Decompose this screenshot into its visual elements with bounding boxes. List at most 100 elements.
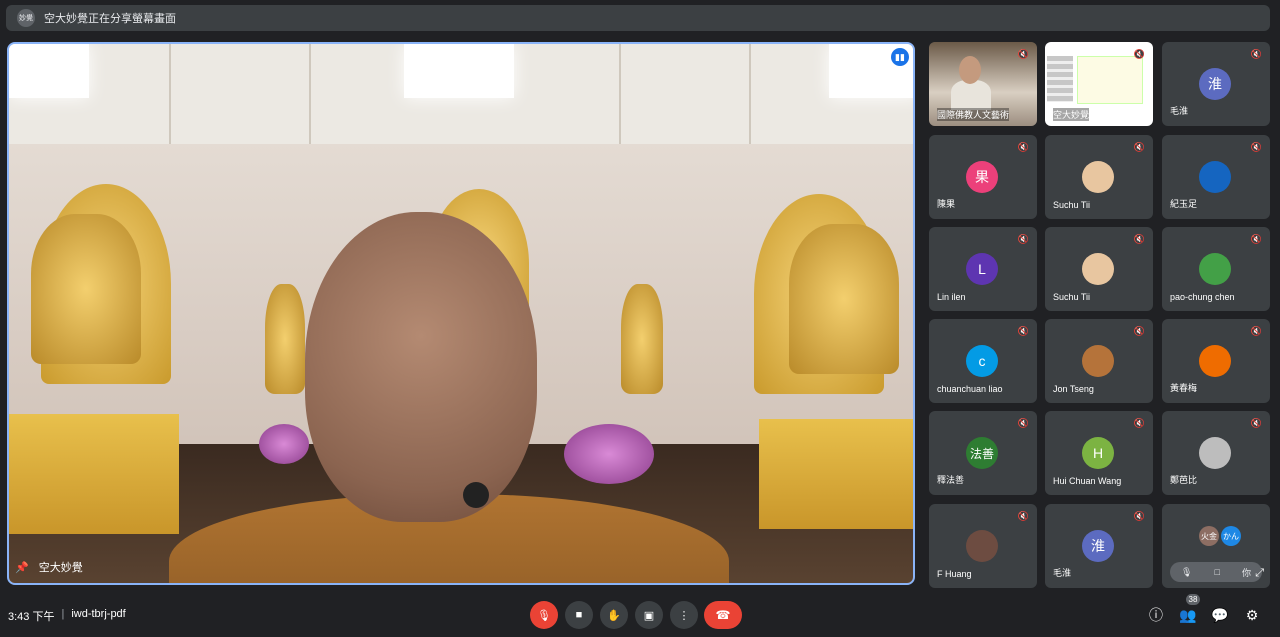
- camera-toggle-button[interactable]: ■: [565, 601, 593, 629]
- video-ceiling: [9, 44, 913, 144]
- participant-tile[interactable]: 🔇 空大妙覺: [1045, 42, 1153, 126]
- hand-icon: ✋: [607, 609, 621, 622]
- participant-tile[interactable]: 火金 かん 🎙 □ 你 ⤢: [1162, 504, 1270, 588]
- muted-icon: 🔇: [1133, 142, 1145, 152]
- participant-count-badge: 38: [1186, 594, 1200, 605]
- chat-icon: 💬: [1211, 606, 1229, 623]
- presentation-banner: 妙覺 空大妙覺正在分享螢幕畫面: [6, 5, 1270, 31]
- avatar: [1199, 437, 1231, 469]
- mic-off-icon: 🎙: [537, 609, 551, 622]
- participant-tile[interactable]: 果 🔇 陳果: [929, 135, 1037, 219]
- avatar: 淮: [1082, 530, 1114, 562]
- muted-icon: 🔇: [1133, 418, 1145, 428]
- speaker-head: [305, 212, 537, 522]
- participant-name: Suchu Tii: [1053, 292, 1091, 302]
- pin-icon[interactable]: 📌: [15, 561, 29, 574]
- present-icon: ▣: [643, 609, 655, 622]
- participant-tile[interactable]: 🔇 鄭芭比: [1162, 411, 1270, 495]
- self-label: 你: [1241, 567, 1251, 578]
- participant-name: Lin ilen: [937, 292, 966, 302]
- mic-toggle-button[interactable]: 🎙: [530, 601, 558, 629]
- participant-name: 釋法善: [937, 475, 965, 485]
- participant-name: 毛淮: [1170, 106, 1189, 116]
- participant-name: 陳果: [937, 199, 956, 209]
- avatar: [1199, 253, 1231, 285]
- end-call-button[interactable]: ☎: [704, 601, 742, 629]
- participant-tile[interactable]: 🔇 黃春梅: [1162, 319, 1270, 403]
- muted-icon: 🔇: [1133, 234, 1145, 244]
- meeting-details-button[interactable]: ⓘ: [1146, 605, 1166, 625]
- info-icon: ⓘ: [1149, 607, 1163, 623]
- participant-name: Hui Chuan Wang: [1053, 476, 1122, 486]
- muted-icon: 🔇: [1133, 326, 1145, 336]
- chat-button[interactable]: 💬: [1210, 605, 1230, 625]
- speaking-indicator-icon: ▮▮: [891, 48, 909, 66]
- muted-icon: 🔇: [1133, 511, 1145, 521]
- participant-name: 空大妙覺: [1053, 108, 1090, 121]
- activities-button[interactable]: ⚙: [1242, 605, 1262, 625]
- participant-tile[interactable]: 🔇 pao-chung chen: [1162, 227, 1270, 311]
- participant-tile[interactable]: H 🔇 Hui Chuan Wang: [1045, 411, 1153, 495]
- muted-icon: 🔇: [1017, 234, 1029, 244]
- avatar: 火金: [1199, 526, 1219, 546]
- participant-name: Suchu Tii: [1053, 200, 1091, 210]
- participant-tile[interactable]: 🔇 Suchu Tii: [1045, 135, 1153, 219]
- present-button[interactable]: ▣: [635, 601, 663, 629]
- others-avatars: 火金 かん: [1199, 526, 1243, 546]
- participant-name: Jon Tseng: [1053, 384, 1094, 394]
- participant-name: 黃春梅: [1170, 383, 1198, 393]
- camera-icon: ■: [575, 609, 583, 621]
- phone-hangup-icon: ☎: [715, 608, 731, 622]
- muted-icon: 🔇: [1250, 418, 1262, 428]
- participant-tile[interactable]: 🔇 Jon Tseng: [1045, 319, 1153, 403]
- raise-hand-button[interactable]: ✋: [600, 601, 628, 629]
- participant-tile[interactable]: 淮 🔇 毛淮: [1162, 42, 1270, 126]
- muted-icon: 🔇: [1017, 418, 1029, 428]
- avatar: 法善: [966, 437, 998, 469]
- participant-name: 鄭芭比: [1170, 475, 1198, 485]
- main-video-label: 📌 空大妙覺: [15, 559, 83, 575]
- self-view-controls: 🎙 □ 你: [1170, 562, 1262, 582]
- meeting-code: iwd-tbrj-pdf: [71, 608, 126, 620]
- avatar: H: [1082, 437, 1114, 469]
- participant-tile[interactable]: 🔇 國際佛教人文藝術: [929, 42, 1037, 126]
- avatar: かん: [1221, 526, 1241, 546]
- participant-tile[interactable]: 🔇 F Huang: [929, 504, 1037, 588]
- expand-icon[interactable]: ⤢: [1255, 567, 1264, 580]
- avatar: c: [966, 345, 998, 377]
- avatar: [1199, 345, 1231, 377]
- bottom-bar: 3:43 下午 | iwd-tbrj-pdf 🎙 ■ ✋ ▣ ⋮ ☎ ⓘ 38 …: [0, 594, 1280, 637]
- main-video[interactable]: ▮▮ 📌 空大妙覺: [7, 42, 915, 585]
- meeting-info: 3:43 下午 | iwd-tbrj-pdf: [8, 608, 126, 624]
- people-icon: 👥: [1179, 606, 1197, 623]
- avatar: L: [966, 253, 998, 285]
- activities-icon: ⚙: [1245, 606, 1259, 623]
- participant-tile[interactable]: 🔇 Suchu Tii: [1045, 227, 1153, 311]
- participant-tile[interactable]: 淮 🔇 毛淮: [1045, 504, 1153, 588]
- participant-tile[interactable]: 法善 🔇 釋法善: [929, 411, 1037, 495]
- avatar: 果: [966, 161, 998, 193]
- mic-off-icon[interactable]: 🎙: [1181, 567, 1192, 578]
- clock-time: 3:43 下午: [8, 611, 55, 623]
- muted-icon: 🔇: [1250, 234, 1262, 244]
- camera-icon[interactable]: □: [1214, 567, 1219, 577]
- avatar: [1082, 253, 1114, 285]
- participant-name: 紀玉足: [1170, 199, 1198, 209]
- more-options-button[interactable]: ⋮: [670, 601, 698, 629]
- participant-tile[interactable]: L 🔇 Lin ilen: [929, 227, 1037, 311]
- avatar: [1199, 161, 1231, 193]
- avatar: 淮: [1199, 68, 1231, 100]
- participants-button[interactable]: 👥: [1178, 605, 1198, 625]
- muted-icon: 🔇: [1250, 49, 1262, 59]
- headset-mic: [463, 482, 489, 508]
- participant-name: 毛淮: [1053, 568, 1072, 578]
- participant-name: 國際佛教人文藝術: [937, 108, 1010, 121]
- avatar: [1082, 345, 1114, 377]
- muted-icon: 🔇: [1017, 49, 1029, 59]
- muted-icon: 🔇: [1017, 511, 1029, 521]
- muted-icon: 🔇: [1250, 326, 1262, 336]
- main-video-name: 空大妙覺: [38, 562, 83, 574]
- separator: |: [61, 608, 65, 620]
- participant-tile[interactable]: c 🔇 chuanchuan liao: [929, 319, 1037, 403]
- participant-tile[interactable]: 🔇 紀玉足: [1162, 135, 1270, 219]
